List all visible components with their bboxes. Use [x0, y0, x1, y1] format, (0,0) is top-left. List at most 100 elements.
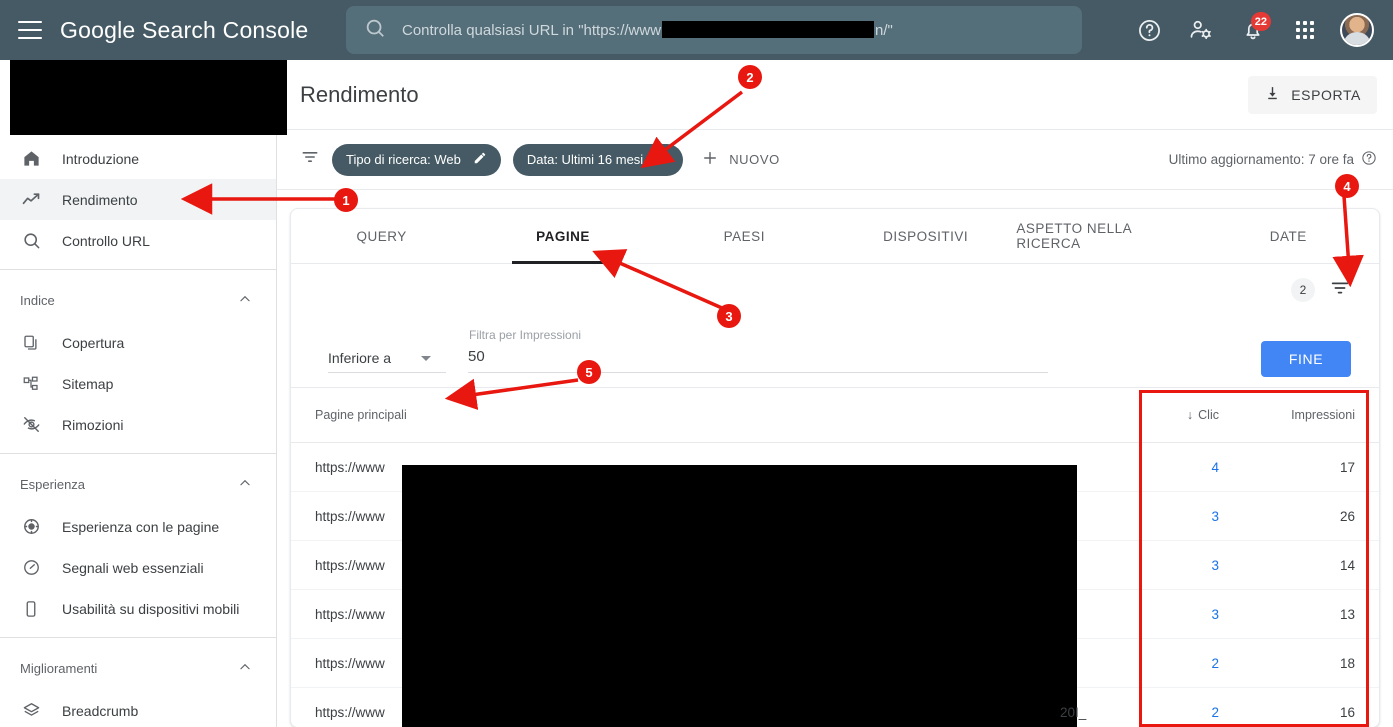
filter-list-icon[interactable]: [1329, 277, 1351, 304]
filter-icon[interactable]: [300, 147, 320, 172]
header-clic[interactable]: ↓ Clic: [1129, 388, 1249, 443]
filter-bar: Tipo di ricerca: Web Data: Ultimi 16 mes…: [277, 130, 1393, 190]
sidebar-item-label: Usabilità su dispositivi mobili: [62, 600, 240, 617]
table-head: Pagine principali ↓ Clic Impressioni: [291, 388, 1379, 443]
sidebar-section-miglioramenti[interactable]: Miglioramenti: [0, 646, 276, 690]
sidebar-item-esperienza-pagine[interactable]: Esperienza con le pagine: [0, 506, 276, 547]
sidebar-section-title: Indice: [20, 292, 55, 308]
annotation-marker-4: 4: [1335, 174, 1359, 198]
redacted-url-block: [402, 465, 1077, 727]
chip-tipo-di-ricerca[interactable]: Tipo di ricerca: Web: [332, 143, 501, 176]
threshold-input[interactable]: Filtra per Impressioni 50: [468, 328, 1048, 373]
search-placeholder: Controlla qualsiasi URL in "https://www n…: [402, 21, 893, 39]
sidebar-divider: [0, 637, 276, 638]
chip-label: Data: Ultimi 16 mesi: [526, 152, 644, 167]
sidebar-item-controllo-url[interactable]: Controllo URL: [0, 220, 276, 261]
done-button[interactable]: FINE: [1261, 341, 1351, 377]
header-pagine-principali: Pagine principali: [291, 388, 1129, 443]
hamburger-icon[interactable]: [18, 21, 42, 39]
help-circle-icon[interactable]: [1361, 150, 1377, 169]
chip-label: Tipo di ricerca: Web: [346, 152, 461, 167]
export-label: ESPORTA: [1291, 86, 1361, 103]
tab-query[interactable]: QUERY: [291, 209, 472, 263]
cell-clicks: 2: [1129, 638, 1249, 688]
chevron-down-icon: [421, 355, 432, 361]
sidebar-item-label: Esperienza con le pagine: [62, 518, 220, 535]
sidebar-item-label: Breadcrumb: [62, 702, 139, 719]
sidebar-section-indice[interactable]: Indice: [0, 278, 276, 322]
sidebar-item-label: Controllo URL: [62, 232, 150, 249]
tab-label: PAESI: [723, 228, 765, 244]
cell-impressions: 13: [1249, 589, 1379, 639]
tab-aspetto-nella-ricerca[interactable]: ASPETTO NELLA RICERCA: [1016, 209, 1197, 263]
tab-label: PAGINE: [536, 228, 590, 244]
top-app-bar: Google Search Console Controlla qualsias…: [0, 0, 1393, 60]
done-label: FINE: [1288, 351, 1324, 367]
sidebar-item-segnali-web[interactable]: Segnali web essenziali: [0, 547, 276, 588]
sidebar-item-introduzione[interactable]: Introduzione: [0, 138, 276, 179]
cell-clicks: 4: [1129, 442, 1249, 492]
sidebar-item-label: Sitemap: [62, 375, 114, 392]
sidebar-item-label: Copertura: [62, 334, 125, 351]
redacted-domain: [662, 21, 875, 38]
operator-select[interactable]: Inferiore a: [328, 350, 446, 373]
page-experience-icon: [20, 517, 42, 536]
notifications-bell-icon[interactable]: 22: [1231, 8, 1275, 52]
sidebar-item-copertura[interactable]: Copertura: [0, 322, 276, 363]
header-impressioni[interactable]: Impressioni: [1249, 388, 1379, 443]
pencil-icon: [655, 151, 669, 168]
url-inspection-search-box[interactable]: Controlla qualsiasi URL in "https://www n…: [346, 6, 1082, 54]
plus-icon: [701, 149, 719, 170]
search-placeholder-suffix: n/": [875, 22, 893, 39]
sidebar-item-label: Introduzione: [62, 150, 140, 167]
cell-impressions: 18: [1249, 638, 1379, 688]
cell-impressions: 17: [1249, 442, 1379, 492]
cell-impressions: 16: [1249, 687, 1379, 727]
tab-paesi[interactable]: PAESI: [654, 209, 835, 263]
tab-label: ASPETTO NELLA RICERCA: [1016, 221, 1132, 251]
annotation-marker-5: 5: [577, 360, 601, 384]
last-update-text: Ultimo aggiornamento: 7 ore fa: [1168, 152, 1354, 167]
sidebar-item-sitemap[interactable]: Sitemap: [0, 363, 276, 404]
chip-data[interactable]: Data: Ultimi 16 mesi: [512, 143, 684, 176]
download-icon: [1264, 85, 1281, 105]
layers-icon: [20, 701, 42, 720]
sidebar-item-usabilita-mobile[interactable]: Usabilità su dispositivi mobili: [0, 588, 276, 629]
table-header-row: Pagine principali ↓ Clic Impressioni: [291, 388, 1379, 443]
new-filter-button[interactable]: NUOVO: [701, 149, 780, 170]
top-bar-icon-group: 22: [1123, 0, 1383, 60]
home-icon: [20, 149, 42, 168]
export-button[interactable]: ESPORTA: [1248, 75, 1377, 114]
sidebar-divider: [0, 269, 276, 270]
sidebar-item-rimozioni[interactable]: Rimozioni: [0, 404, 276, 445]
redacted-property-selector: [10, 60, 287, 135]
operator-value: Inferiore a: [328, 350, 392, 366]
search-icon: [364, 17, 386, 44]
tab-label: DATE: [1269, 228, 1307, 244]
impressions-filter-panel: Inferiore a Filtra per Impressioni 50 FI…: [291, 316, 1379, 388]
sidebar-section-title: Miglioramenti: [20, 660, 98, 676]
apps-grid-icon[interactable]: [1283, 8, 1327, 52]
sitemap-icon: [20, 375, 42, 393]
avatar[interactable]: [1335, 8, 1379, 52]
brand-console-text: Search Console: [135, 16, 309, 43]
brand-google-text: Google: [60, 16, 136, 43]
speedometer-icon: [20, 558, 42, 577]
header-clic-label: Clic: [1198, 408, 1219, 422]
notification-count-badge: 22: [1250, 12, 1271, 31]
sidebar-section-title: Esperienza: [20, 476, 86, 492]
sidebar-item-rendimento[interactable]: Rendimento: [0, 179, 276, 220]
copy-pages-icon: [20, 334, 42, 352]
tab-date[interactable]: DATE: [1198, 209, 1379, 263]
tab-dispositivi[interactable]: DISPOSITIVI: [835, 209, 1016, 263]
sidebar-item-breadcrumb[interactable]: Breadcrumb: [0, 690, 276, 727]
brand-title: Google Search Console: [60, 17, 308, 44]
last-update-info: Ultimo aggiornamento: 7 ore fa: [1169, 150, 1377, 169]
threshold-input-label: Filtra per Impressioni: [469, 328, 582, 342]
cell-impressions: 26: [1249, 491, 1379, 541]
help-icon[interactable]: [1127, 8, 1171, 52]
tab-pagine[interactable]: PAGINE: [472, 209, 653, 264]
page-header: Rendimento ESPORTA: [277, 60, 1393, 130]
sidebar-section-esperienza[interactable]: Esperienza: [0, 462, 276, 506]
account-settings-icon[interactable]: [1179, 8, 1223, 52]
